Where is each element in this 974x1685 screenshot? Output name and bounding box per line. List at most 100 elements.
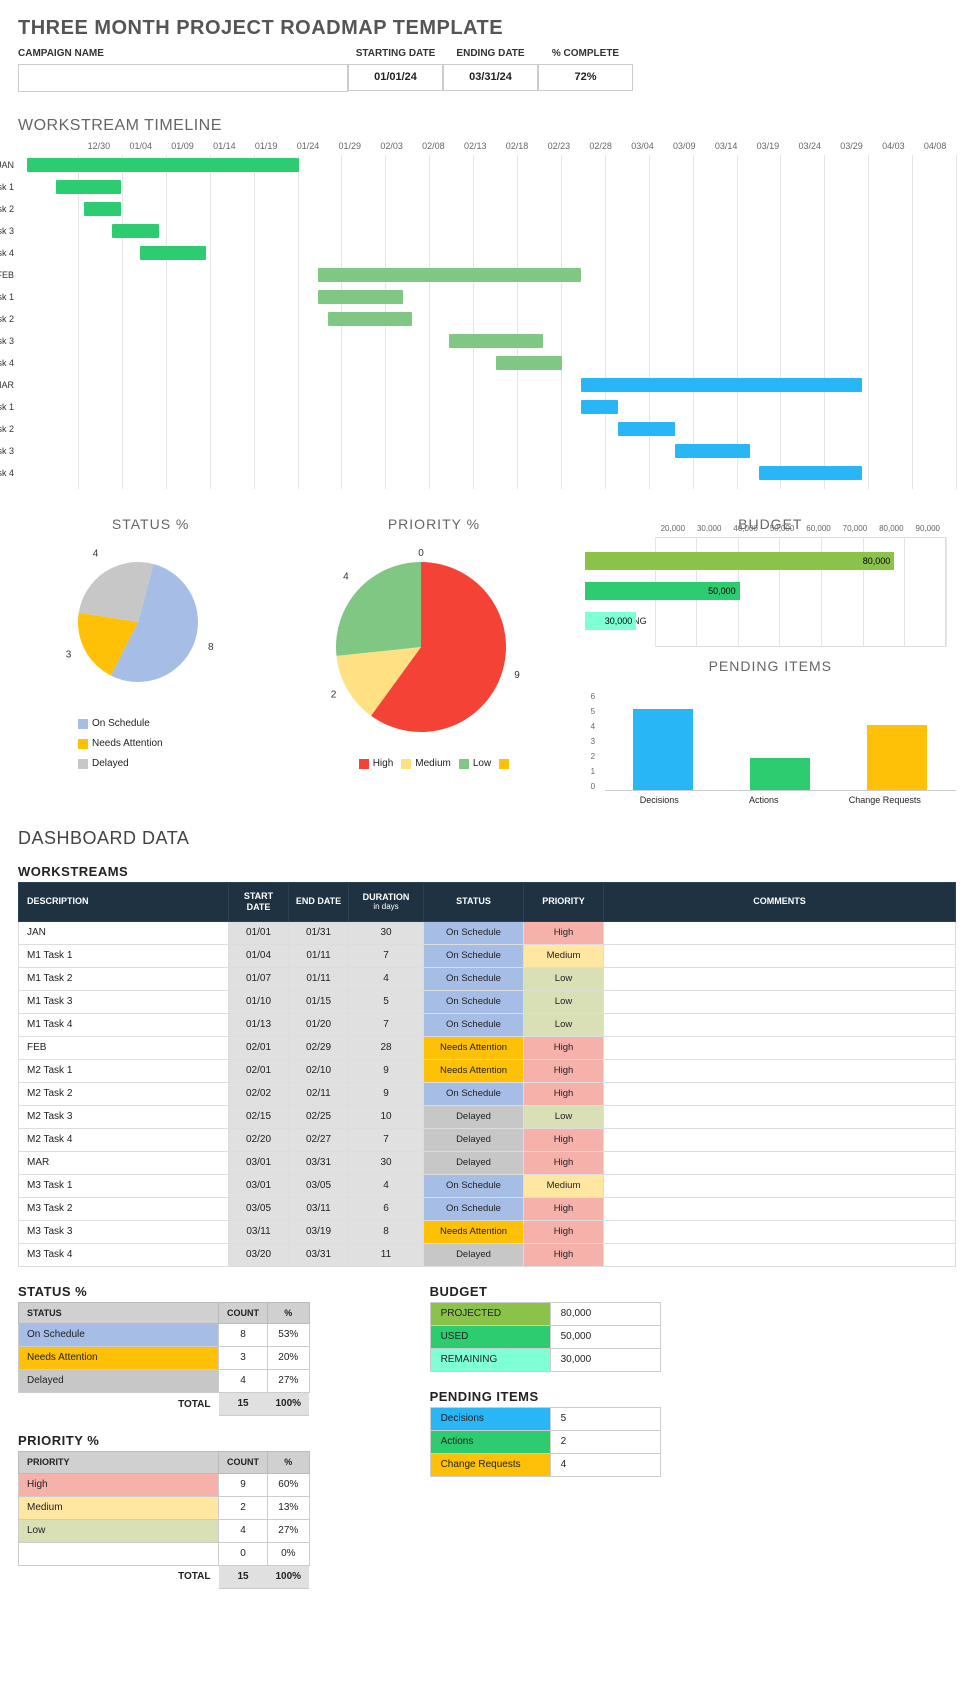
- table-cell[interactable]: [19, 1543, 219, 1566]
- table-cell[interactable]: [604, 967, 956, 990]
- table-cell[interactable]: Actions: [430, 1430, 550, 1453]
- table-cell[interactable]: On Schedule: [424, 1174, 524, 1197]
- table-cell[interactable]: M2 Task 2: [19, 1082, 229, 1105]
- table-cell[interactable]: On Schedule: [19, 1324, 219, 1347]
- table-cell[interactable]: 9: [219, 1474, 268, 1497]
- table-cell[interactable]: 02/01: [229, 1059, 289, 1082]
- table-cell[interactable]: 53%: [268, 1324, 310, 1347]
- table-cell[interactable]: 0%: [268, 1543, 310, 1566]
- table-cell[interactable]: Delayed: [424, 1151, 524, 1174]
- table-cell[interactable]: High: [19, 1474, 219, 1497]
- table-cell[interactable]: [604, 1197, 956, 1220]
- table-cell[interactable]: 01/07: [229, 967, 289, 990]
- table-cell[interactable]: 02/20: [229, 1128, 289, 1151]
- table-cell[interactable]: [604, 921, 956, 944]
- table-cell[interactable]: M2 Task 3: [19, 1105, 229, 1128]
- table-cell[interactable]: M1 Task 4: [19, 1013, 229, 1036]
- table-cell[interactable]: 03/11: [289, 1197, 349, 1220]
- starting-date-value[interactable]: 01/01/24: [348, 64, 443, 91]
- table-cell[interactable]: 27%: [268, 1370, 310, 1393]
- table-cell[interactable]: 30: [349, 921, 424, 944]
- table-cell[interactable]: FEB: [19, 1036, 229, 1059]
- table-cell[interactable]: 9: [349, 1059, 424, 1082]
- table-cell[interactable]: Decisions: [430, 1407, 550, 1430]
- table-cell[interactable]: 03/19: [289, 1220, 349, 1243]
- table-cell[interactable]: High: [524, 1082, 604, 1105]
- table-cell[interactable]: M1 Task 2: [19, 967, 229, 990]
- campaign-name-input[interactable]: [18, 64, 348, 92]
- table-cell[interactable]: 01/15: [289, 990, 349, 1013]
- table-cell[interactable]: [604, 1105, 956, 1128]
- table-cell[interactable]: 4: [349, 967, 424, 990]
- table-cell[interactable]: 02/02: [229, 1082, 289, 1105]
- table-cell[interactable]: High: [524, 1243, 604, 1266]
- table-cell[interactable]: JAN: [19, 921, 229, 944]
- table-cell[interactable]: High: [524, 1059, 604, 1082]
- table-cell[interactable]: On Schedule: [424, 1082, 524, 1105]
- table-cell[interactable]: [604, 990, 956, 1013]
- table-cell[interactable]: M1 Task 1: [19, 944, 229, 967]
- table-cell[interactable]: 03/05: [229, 1197, 289, 1220]
- table-cell[interactable]: High: [524, 921, 604, 944]
- table-cell[interactable]: 02/10: [289, 1059, 349, 1082]
- table-cell[interactable]: High: [524, 1197, 604, 1220]
- table-cell[interactable]: On Schedule: [424, 1197, 524, 1220]
- table-cell[interactable]: 5: [349, 990, 424, 1013]
- table-cell[interactable]: [604, 1174, 956, 1197]
- table-cell[interactable]: 02/15: [229, 1105, 289, 1128]
- table-cell[interactable]: 02/29: [289, 1036, 349, 1059]
- table-cell[interactable]: USED: [430, 1325, 550, 1348]
- table-cell[interactable]: Medium: [524, 1174, 604, 1197]
- table-cell[interactable]: 01/04: [229, 944, 289, 967]
- table-cell[interactable]: [604, 1082, 956, 1105]
- table-cell[interactable]: High: [524, 1128, 604, 1151]
- table-cell[interactable]: 13%: [268, 1497, 310, 1520]
- table-cell[interactable]: 4: [219, 1520, 268, 1543]
- table-cell[interactable]: 9: [349, 1082, 424, 1105]
- table-cell[interactable]: M3 Task 3: [19, 1220, 229, 1243]
- table-cell[interactable]: [604, 1220, 956, 1243]
- table-cell[interactable]: MAR: [19, 1151, 229, 1174]
- table-cell[interactable]: 03/01: [229, 1174, 289, 1197]
- table-cell[interactable]: Low: [524, 990, 604, 1013]
- table-cell[interactable]: Medium: [524, 944, 604, 967]
- table-cell[interactable]: 03/01: [229, 1151, 289, 1174]
- table-cell[interactable]: 50,000: [550, 1325, 660, 1348]
- table-cell[interactable]: Delayed: [424, 1243, 524, 1266]
- table-cell[interactable]: On Schedule: [424, 1013, 524, 1036]
- table-cell[interactable]: Low: [524, 967, 604, 990]
- table-cell[interactable]: On Schedule: [424, 921, 524, 944]
- table-cell[interactable]: M3 Task 4: [19, 1243, 229, 1266]
- table-cell[interactable]: High: [524, 1220, 604, 1243]
- table-cell[interactable]: [604, 1013, 956, 1036]
- pct-complete-value[interactable]: 72%: [538, 64, 633, 91]
- table-cell[interactable]: Needs Attention: [424, 1059, 524, 1082]
- table-cell[interactable]: On Schedule: [424, 967, 524, 990]
- table-cell[interactable]: Medium: [19, 1497, 219, 1520]
- table-cell[interactable]: 7: [349, 1013, 424, 1036]
- table-cell[interactable]: 28: [349, 1036, 424, 1059]
- table-cell[interactable]: Low: [524, 1013, 604, 1036]
- table-cell[interactable]: 03/11: [229, 1220, 289, 1243]
- table-cell[interactable]: Change Requests: [430, 1453, 550, 1476]
- table-cell[interactable]: On Schedule: [424, 944, 524, 967]
- table-cell[interactable]: M3 Task 2: [19, 1197, 229, 1220]
- table-cell[interactable]: 5: [550, 1407, 660, 1430]
- table-cell[interactable]: 11: [349, 1243, 424, 1266]
- table-cell[interactable]: [604, 1151, 956, 1174]
- table-cell[interactable]: Delayed: [424, 1128, 524, 1151]
- table-cell[interactable]: 10: [349, 1105, 424, 1128]
- table-cell[interactable]: High: [524, 1036, 604, 1059]
- table-cell[interactable]: [604, 1036, 956, 1059]
- table-cell[interactable]: 2: [550, 1430, 660, 1453]
- table-cell[interactable]: Needs Attention: [424, 1036, 524, 1059]
- table-cell[interactable]: Low: [19, 1520, 219, 1543]
- table-cell[interactable]: 27%: [268, 1520, 310, 1543]
- table-cell[interactable]: 4: [219, 1370, 268, 1393]
- table-cell[interactable]: 7: [349, 944, 424, 967]
- table-cell[interactable]: On Schedule: [424, 990, 524, 1013]
- table-cell[interactable]: 01/01: [229, 921, 289, 944]
- table-cell[interactable]: 03/20: [229, 1243, 289, 1266]
- table-cell[interactable]: 01/20: [289, 1013, 349, 1036]
- table-cell[interactable]: 02/01: [229, 1036, 289, 1059]
